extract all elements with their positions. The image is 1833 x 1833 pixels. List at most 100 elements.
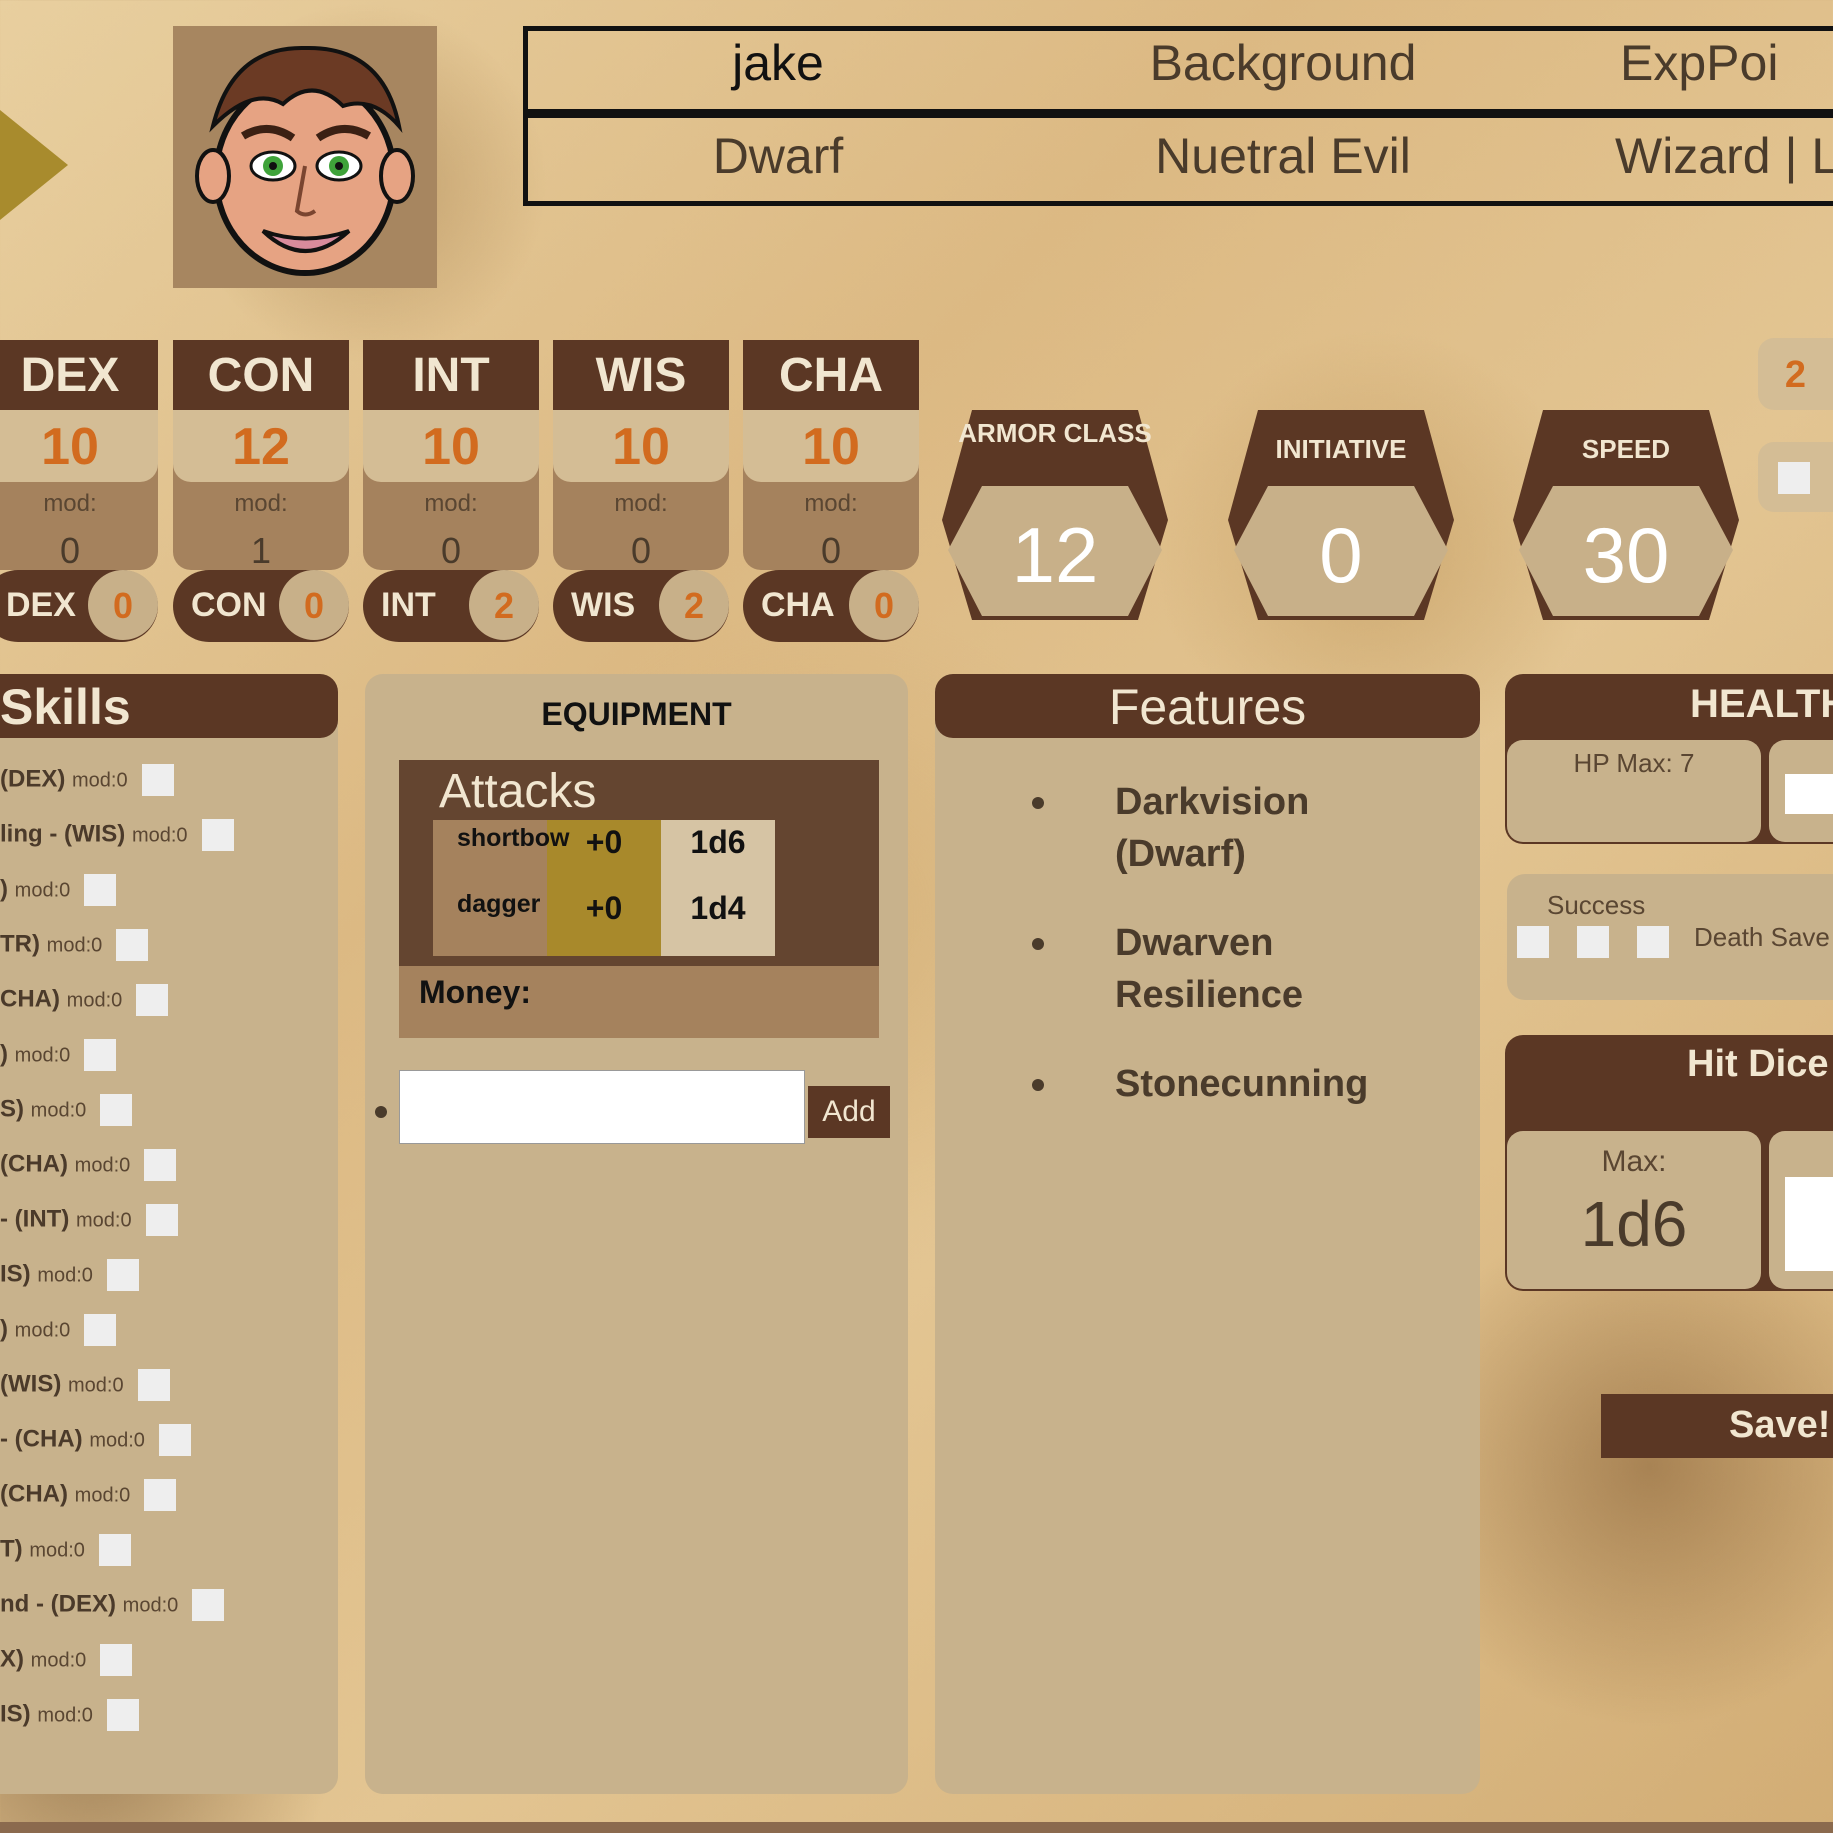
saving-throw-label: DEX	[6, 586, 76, 624]
inspiration-checkbox[interactable]	[1778, 462, 1810, 494]
stat-score[interactable]: 10	[743, 410, 919, 482]
stat-score[interactable]: 10	[0, 410, 158, 482]
skill-name: IS)	[0, 1700, 31, 1728]
saving-throw-value[interactable]: 0	[88, 570, 158, 640]
proficiency-bonus[interactable]: 2	[1758, 338, 1833, 410]
list-item: IS) mod:0	[0, 1259, 139, 1291]
skill-mod: mod:0	[75, 1209, 132, 1232]
skill-mod: mod:0	[72, 769, 128, 792]
hp-current-input[interactable]	[1785, 774, 1833, 814]
attack-damage: 1d6	[690, 824, 746, 860]
stat-mod-label: mod:	[424, 490, 478, 517]
attacks-title: Attacks	[439, 765, 597, 818]
feature-line: Darkvision	[1115, 781, 1310, 823]
health-panel: HEALTH HP Max: 7	[1505, 674, 1833, 844]
proficiency-checkbox[interactable]	[144, 1149, 177, 1181]
skill-name: IS)	[0, 1260, 31, 1288]
list-item: - (INT) mod:0	[0, 1204, 178, 1236]
stat-dex: DEX 10 mod: 0	[0, 340, 158, 571]
speed-value[interactable]: 30	[1513, 510, 1739, 601]
skill-mod: mod:0	[66, 989, 123, 1012]
attack-name[interactable]: dagger	[457, 890, 540, 919]
stat-score[interactable]: 12	[173, 410, 349, 482]
info-divider	[523, 109, 1833, 118]
feature-item[interactable]: Stonecunning	[1115, 1058, 1368, 1110]
equipment-input[interactable]	[399, 1070, 805, 1144]
proficiency-checkbox[interactable]	[158, 1424, 191, 1456]
saving-throw-label: WIS	[571, 586, 636, 624]
skill-name: (WIS)	[0, 1370, 62, 1398]
character-name[interactable]: jake	[578, 34, 978, 92]
save-button-label: Save!	[1729, 1404, 1831, 1446]
proficiency-checkbox[interactable]	[100, 1094, 133, 1126]
saving-throw-value[interactable]: 2	[659, 570, 729, 640]
proficiency-checkbox[interactable]	[84, 874, 117, 906]
proficiency-checkbox[interactable]	[137, 1369, 170, 1401]
stat-mod-value: 0	[820, 530, 842, 571]
experience-points-field[interactable]: ExpPoi	[1620, 34, 1833, 92]
background-field[interactable]: Background	[1083, 34, 1483, 92]
proficiency-checkbox[interactable]	[136, 984, 169, 1016]
list-item: - (CHA) mod:0	[0, 1424, 191, 1456]
race-field[interactable]: Dwarf	[578, 127, 978, 185]
feature-item[interactable]: Dwarven Resilience	[1115, 917, 1303, 1021]
skill-name: X)	[0, 1645, 24, 1673]
skill-name: )	[0, 1040, 8, 1068]
saving-throw-wis: WIS 2	[553, 570, 729, 642]
proficiency-checkbox[interactable]	[201, 819, 234, 851]
alignment-field[interactable]: Nuetral Evil	[1083, 127, 1483, 185]
proficiency-checkbox[interactable]	[144, 1479, 177, 1511]
proficiency-checkbox[interactable]	[106, 1259, 139, 1291]
feature-item[interactable]: Darkvision (Dwarf)	[1115, 776, 1309, 880]
list-item: ) mod:0	[0, 874, 117, 906]
armor-class-label: ARMOR CLASS	[958, 418, 1152, 448]
proficiency-checkbox[interactable]	[141, 764, 174, 796]
class-level-field[interactable]: Wizard | L	[1615, 127, 1833, 185]
add-equipment-button[interactable]: Add	[808, 1086, 890, 1138]
features-header: Features	[935, 674, 1480, 738]
proficiency-checkbox[interactable]	[145, 1204, 178, 1236]
proficiency-checkbox[interactable]	[84, 1039, 117, 1071]
skill-name: - (CHA)	[0, 1425, 83, 1453]
stat-wis: WIS 10 mod: 0	[553, 340, 729, 571]
hit-dice-current-input[interactable]	[1785, 1177, 1833, 1271]
hit-dice-panel: Hit Dice Max: 1d6	[1505, 1035, 1833, 1291]
list-item: (WIS) mod:0	[0, 1369, 170, 1401]
save-button[interactable]: Save!	[1601, 1394, 1833, 1458]
stat-label: INT	[363, 340, 539, 410]
proficiency-checkbox[interactable]	[192, 1589, 225, 1621]
proficiency-checkbox[interactable]	[84, 1314, 117, 1346]
stat-mod-label: mod:	[614, 490, 668, 517]
money-label[interactable]: Money:	[419, 974, 531, 1011]
equipment-panel: EQUIPMENT Attacks shortbow +0 1d6 dagger…	[365, 674, 908, 1794]
skill-mod: mod:0	[14, 1044, 71, 1067]
proficiency-checkbox[interactable]	[98, 1534, 131, 1566]
proficiency-checkbox[interactable]	[100, 1644, 133, 1676]
initiative-value[interactable]: 0	[1228, 510, 1454, 601]
feature-line: Stonecunning	[1115, 1063, 1369, 1105]
list-item: ling - (WIS) mod:0	[0, 819, 234, 851]
death-save-success-checkbox[interactable]	[1577, 926, 1609, 958]
stat-mod-label: mod:	[234, 490, 288, 517]
saving-throw-int: INT 2	[363, 570, 539, 642]
inspiration-box	[1758, 442, 1833, 512]
armor-class-value[interactable]: 12	[942, 510, 1168, 601]
proficiency-checkbox[interactable]	[106, 1699, 139, 1731]
saving-throw-value[interactable]: 2	[469, 570, 539, 640]
list-item: (DEX) mod:0	[0, 764, 174, 796]
stat-label: WIS	[553, 340, 729, 410]
saving-throw-value[interactable]: 0	[849, 570, 919, 640]
death-save-success-checkbox[interactable]	[1517, 926, 1549, 958]
skills-title: Skills	[0, 679, 131, 735]
skills-header: Skills	[0, 674, 338, 738]
stat-score[interactable]: 10	[553, 410, 729, 482]
death-save-success-checkbox[interactable]	[1637, 926, 1669, 958]
previous-arrow-icon[interactable]	[0, 110, 68, 220]
proficiency-checkbox[interactable]	[116, 929, 149, 961]
skill-name: ling - (WIS)	[0, 820, 126, 848]
skill-name: (CHA)	[0, 1150, 68, 1178]
saving-throw-value[interactable]: 0	[279, 570, 349, 640]
stat-score[interactable]: 10	[363, 410, 539, 482]
stat-label: DEX	[0, 340, 158, 410]
speed-hex: SPEED 30	[1513, 410, 1739, 620]
